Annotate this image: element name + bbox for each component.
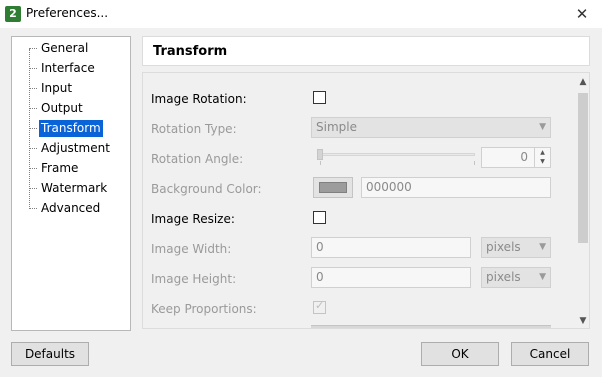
image-height-value: 0 — [316, 270, 324, 284]
stepper-up-icon[interactable]: ▲ — [535, 148, 550, 157]
panel-header: Transform — [142, 36, 590, 66]
chevron-down-icon: ▼ — [539, 122, 546, 132]
rotation-angle-label: Rotation Angle: — [151, 152, 244, 166]
settings-panel: Image Rotation: Rotation Type: Simple ▼ … — [142, 72, 590, 329]
background-color-field[interactable]: 000000 — [361, 177, 551, 198]
background-color-picker-button[interactable] — [313, 177, 353, 198]
slider-tick — [474, 161, 475, 165]
image-width-field[interactable]: 0 — [311, 237, 471, 258]
image-height-unit-select[interactable]: pixels ▼ — [481, 267, 551, 288]
tree-item-advanced[interactable]: Advanced — [29, 199, 102, 217]
chevron-down-icon: ▼ — [539, 242, 546, 252]
rotation-type-value: Simple — [316, 120, 357, 134]
stepper-buttons[interactable]: ▲ ▼ — [534, 148, 550, 167]
tree-item-watermark[interactable]: Watermark — [29, 179, 109, 197]
cancel-button[interactable]: Cancel — [511, 342, 589, 366]
keep-proportions-label: Keep Proportions: — [151, 302, 257, 316]
rotation-type-label: Rotation Type: — [151, 122, 237, 136]
background-color-label: Background Color: — [151, 182, 262, 196]
tree-item-label: Output — [41, 100, 83, 115]
check-icon: ✓ — [315, 299, 325, 312]
chevron-down-icon: ▼ — [539, 272, 546, 282]
next-control-edge — [311, 325, 551, 328]
tree-item-frame[interactable]: Frame — [29, 159, 80, 177]
tree-item-interface[interactable]: Interface — [29, 59, 97, 77]
slider-tick — [320, 161, 321, 165]
image-height-unit: pixels — [486, 270, 521, 284]
defaults-button[interactable]: Defaults — [11, 342, 89, 366]
image-height-label: Image Height: — [151, 272, 237, 286]
app-icon: 2 — [5, 6, 21, 22]
image-width-unit: pixels — [486, 240, 521, 254]
category-tree: General Interface Input Output Transform… — [11, 36, 131, 331]
tree-item-label: Advanced — [41, 200, 101, 215]
panel-title: Transform — [153, 44, 228, 59]
rotation-angle-slider-track[interactable] — [317, 153, 475, 156]
image-height-field[interactable]: 0 — [311, 267, 471, 288]
rotation-angle-value: 0 — [520, 150, 528, 164]
tree-item-label: Frame — [41, 160, 79, 175]
ok-button[interactable]: OK — [421, 342, 499, 366]
stepper-down-icon[interactable]: ▼ — [535, 157, 550, 166]
image-rotation-label: Image Rotation: — [151, 92, 247, 106]
tree-item-label: General — [41, 40, 89, 55]
rotation-angle-stepper[interactable]: 0 ▲ ▼ — [481, 147, 551, 168]
tree-item-label: Interface — [41, 60, 95, 75]
tree-item-label: Adjustment — [41, 140, 110, 155]
tree-item-adjustment[interactable]: Adjustment — [29, 139, 112, 157]
scroll-down-icon[interactable]: ▼ — [576, 314, 589, 328]
image-width-value: 0 — [316, 240, 324, 254]
rotation-type-select[interactable]: Simple ▼ — [311, 117, 551, 138]
panel-scrollbar[interactable]: ▲ ▼ — [576, 73, 589, 328]
close-icon[interactable]: ✕ — [562, 0, 602, 28]
scroll-up-icon[interactable]: ▲ — [576, 75, 589, 89]
tree-item-label: Input — [41, 80, 73, 95]
image-width-unit-select[interactable]: pixels ▼ — [481, 237, 551, 258]
tree-item-transform[interactable]: Transform — [29, 119, 103, 137]
tree-item-label: Transform — [39, 119, 103, 137]
tree-item-general[interactable]: General — [29, 39, 90, 57]
title-bar: 2 Preferences... ✕ — [0, 0, 602, 28]
keep-proportions-checkbox[interactable]: ✓ — [313, 299, 326, 314]
rotation-angle-slider-thumb[interactable] — [317, 149, 323, 160]
image-width-label: Image Width: — [151, 242, 232, 256]
background-color-value: 000000 — [366, 180, 412, 194]
image-resize-checkbox[interactable] — [313, 211, 326, 224]
scrollbar-thumb[interactable] — [578, 93, 588, 243]
color-swatch — [319, 182, 347, 193]
tree-item-label: Watermark — [41, 180, 108, 195]
window-title: Preferences... — [26, 6, 109, 20]
tree-item-output[interactable]: Output — [29, 99, 85, 117]
tree-item-input[interactable]: Input — [29, 79, 74, 97]
image-resize-label: Image Resize: — [151, 212, 235, 226]
image-rotation-checkbox[interactable] — [313, 91, 326, 104]
